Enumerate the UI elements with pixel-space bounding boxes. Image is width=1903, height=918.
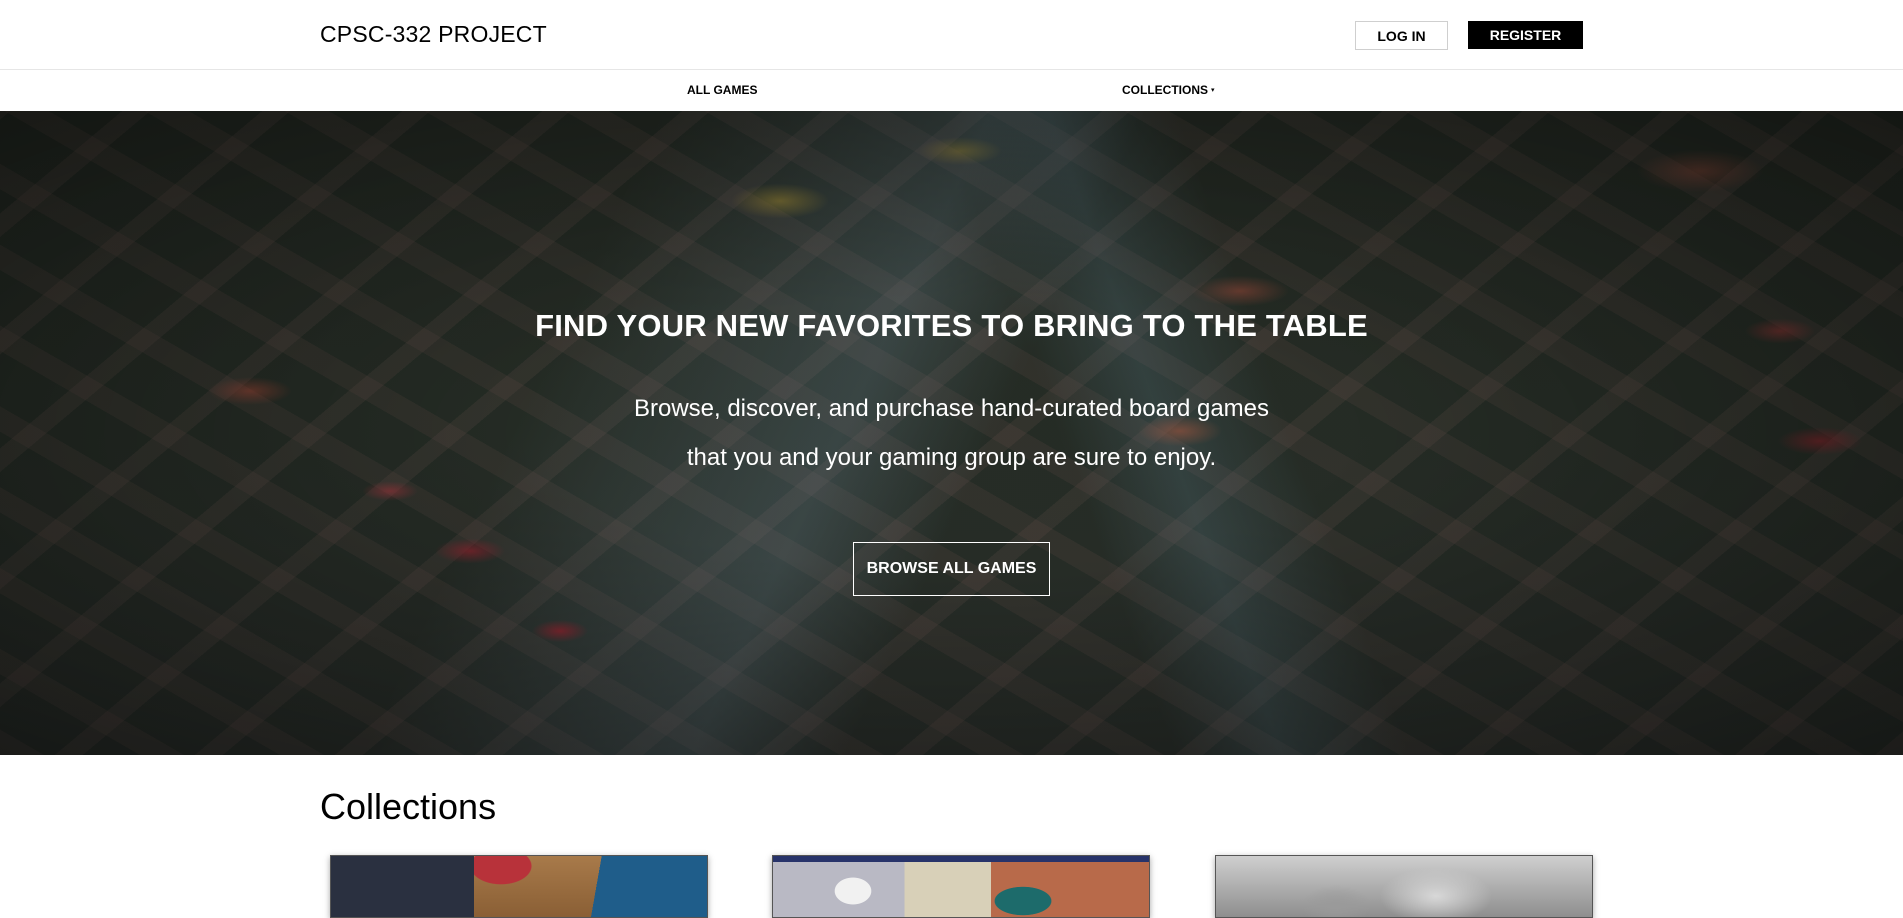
collection-card-image (773, 856, 774, 857)
nav-item-collections[interactable]: COLLECTIONS ▾ (1122, 83, 1215, 97)
hero-banner: FIND YOUR NEW FAVORITES TO BRING TO THE … (0, 111, 1903, 755)
hero-subtitle-line-2: that you and your gaming group are sure … (686, 444, 1217, 471)
collection-card[interactable] (772, 855, 1150, 918)
main-nav: ALL GAMES COLLECTIONS ▾ (0, 70, 1903, 111)
collections-heading: Collections (320, 786, 497, 827)
collection-card[interactable] (1215, 855, 1593, 918)
hero-subtitle-line-1: Browse, discover, and purchase hand-cura… (633, 395, 1270, 422)
site-header: CPSC-332 PROJECT LOG IN REGISTER (0, 0, 1903, 70)
nav-item-label: COLLECTIONS (1122, 83, 1208, 97)
collection-card-image (331, 856, 332, 857)
collection-card[interactable] (330, 855, 708, 918)
register-button[interactable]: REGISTER (1468, 21, 1583, 49)
login-button[interactable]: LOG IN (1355, 21, 1448, 50)
collection-card-image (1216, 856, 1217, 857)
nav-item-label: ALL GAMES (687, 83, 758, 97)
brand-logo[interactable]: CPSC-332 PROJECT (320, 21, 547, 48)
chevron-down-icon: ▾ (1211, 87, 1215, 94)
nav-item-all-games[interactable]: ALL GAMES (687, 83, 757, 97)
hero-title: FIND YOUR NEW FAVORITES TO BRING TO THE … (535, 308, 1368, 343)
browse-all-games-button[interactable]: BROWSE ALL GAMES (853, 542, 1050, 596)
